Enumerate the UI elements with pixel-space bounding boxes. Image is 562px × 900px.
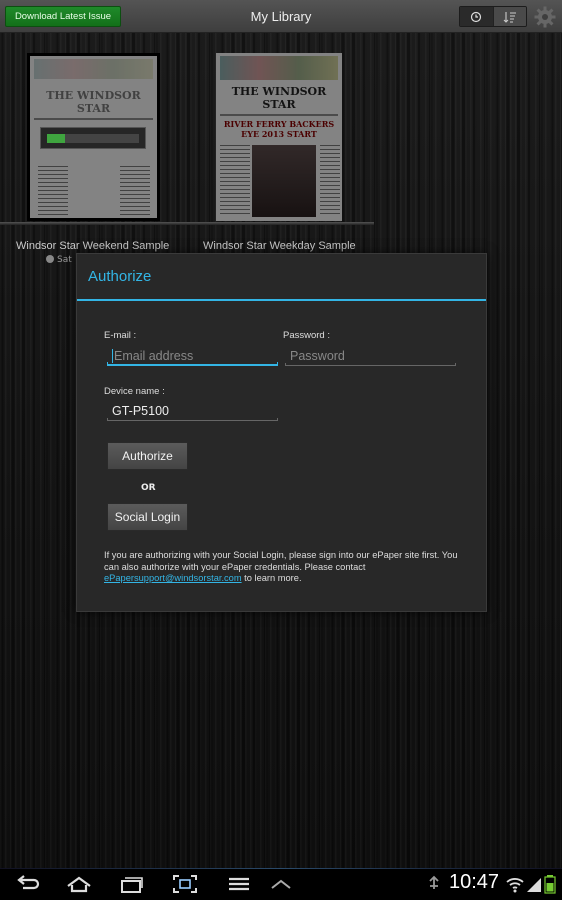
email-label: E-mail : xyxy=(104,330,137,341)
view-toggle xyxy=(459,6,527,27)
recent-view-button[interactable] xyxy=(460,7,493,26)
cover-rule xyxy=(220,114,338,116)
cover-banner xyxy=(34,59,153,79)
authorize-dialog: Authorize E-mail : Password : Email addr… xyxy=(76,253,487,612)
device-name-value: GT-P5100 xyxy=(112,404,169,418)
cover-masthead: THE WINDSOR STAR xyxy=(46,89,141,115)
home-icon[interactable] xyxy=(66,874,92,894)
clock-icon xyxy=(471,11,482,22)
status-dot-icon xyxy=(46,255,54,263)
book-cover-weekday[interactable]: THE WINDSOR STAR RIVER FERRY BACKERS EYE… xyxy=(216,53,342,221)
screenshot-icon[interactable] xyxy=(172,874,198,894)
help-text-suffix: to learn more. xyxy=(241,573,302,583)
cover-column xyxy=(120,166,150,218)
authorize-button[interactable]: Authorize xyxy=(107,442,188,470)
text-caret xyxy=(112,349,113,363)
action-bar: Download Latest Issue My Library xyxy=(0,0,562,33)
cover-masthead: THE WINDSOR STAR xyxy=(231,85,327,111)
shelf xyxy=(0,222,374,225)
cover-column xyxy=(220,145,250,215)
system-bar-glow xyxy=(0,868,562,869)
book-title-weekend: Windsor Star Weekend Sample xyxy=(16,240,170,252)
email-placeholder: Email address xyxy=(114,349,194,363)
cover-rule xyxy=(34,118,153,120)
download-progress-bar xyxy=(40,127,146,149)
device-name-underline xyxy=(107,418,278,421)
email-underline xyxy=(107,362,278,366)
device-name-field[interactable]: GT-P5100 xyxy=(107,401,278,421)
wifi-icon xyxy=(506,878,524,893)
password-label: Password : xyxy=(283,330,330,341)
cover-column xyxy=(320,145,340,215)
dialog-title-divider xyxy=(77,299,486,301)
signal-icon xyxy=(527,878,541,892)
recent-apps-icon[interactable] xyxy=(119,874,145,894)
social-login-button[interactable]: Social Login xyxy=(107,503,188,531)
up-icon[interactable] xyxy=(268,874,294,894)
battery-icon xyxy=(544,875,556,894)
book-date: Sat xyxy=(46,255,72,265)
progress-fill xyxy=(47,134,66,143)
menu-icon[interactable] xyxy=(226,874,252,894)
system-navigation-bar: 10:47 xyxy=(0,868,562,900)
sort-icon xyxy=(503,11,516,23)
cover-photo xyxy=(252,145,316,217)
password-underline xyxy=(285,363,456,366)
support-email-link[interactable]: ePapersupport@windsorstar.com xyxy=(104,573,242,583)
cover-column xyxy=(38,166,68,218)
password-placeholder: Password xyxy=(290,349,345,363)
help-text-body: If you are authorizing with your Social … xyxy=(104,550,458,572)
gear-icon[interactable] xyxy=(533,5,557,29)
authorize-help-text: If you are authorizing with your Social … xyxy=(104,550,464,585)
or-divider-text: OR xyxy=(141,483,156,493)
back-icon[interactable] xyxy=(15,874,41,894)
device-name-label: Device name : xyxy=(104,386,165,397)
usb-icon xyxy=(429,875,439,889)
email-field[interactable]: Email address xyxy=(107,346,278,366)
dialog-title: Authorize xyxy=(88,268,152,285)
password-field[interactable]: Password xyxy=(285,346,456,366)
book-date-text: Sat xyxy=(57,255,72,265)
sort-view-button[interactable] xyxy=(492,7,526,26)
clock-time: 10:47 xyxy=(449,871,500,893)
book-title-weekday: Windsor Star Weekday Sample xyxy=(203,240,356,252)
cover-banner xyxy=(220,56,338,80)
cover-headline: RIVER FERRY BACKERS EYE 2013 START xyxy=(223,119,335,139)
